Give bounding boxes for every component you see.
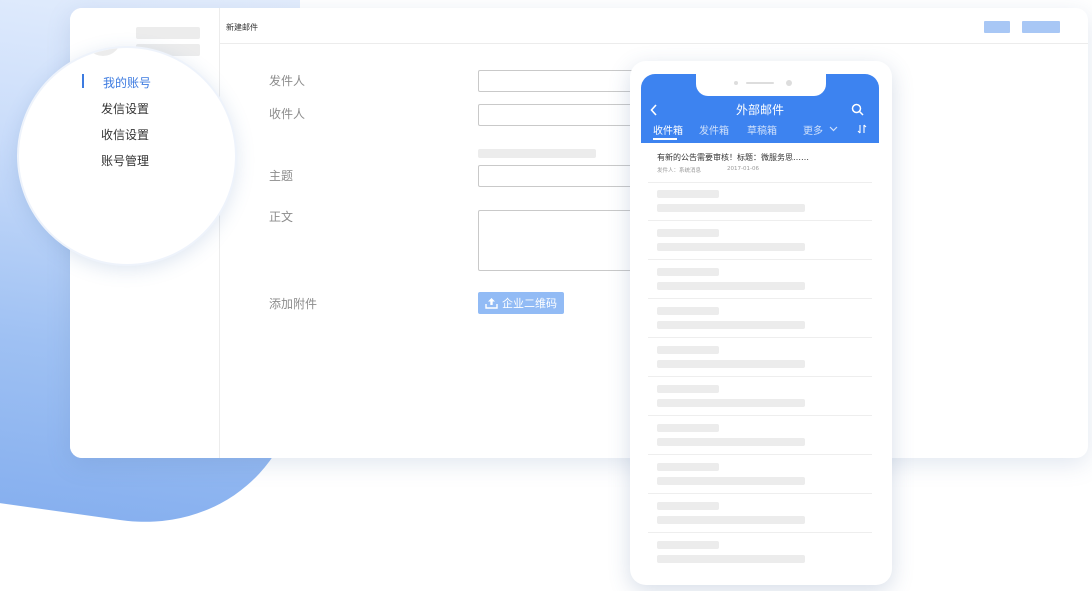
sender-label: 发件人: [269, 74, 306, 88]
phone-notch: [696, 74, 826, 96]
upload-icon: [485, 298, 498, 309]
list-item[interactable]: [630, 182, 892, 221]
menu-item-send-settings[interactable]: 发信设置: [101, 100, 149, 117]
list-item[interactable]: [630, 455, 892, 494]
notch-speaker: [746, 82, 774, 84]
skeleton-line: [657, 321, 805, 329]
skeleton-line: [657, 555, 805, 563]
skeleton-line: [657, 204, 805, 212]
skeleton-line: [657, 541, 719, 549]
tab-outbox[interactable]: 发件箱: [699, 122, 729, 137]
body-label: 正文: [269, 210, 294, 224]
list-item[interactable]: [630, 533, 892, 572]
form-skeleton: [478, 149, 596, 158]
search-icon[interactable]: [851, 103, 864, 116]
phone-header: 外部邮件 收件箱 发件箱 草稿箱 更多: [641, 74, 879, 143]
notch-camera: [786, 80, 792, 86]
list-item[interactable]: [630, 221, 892, 260]
skeleton-line: [657, 502, 719, 510]
skeleton-line: [657, 229, 719, 237]
list-item[interactable]: [630, 299, 892, 338]
sender-input[interactable]: [478, 70, 648, 92]
message-sender: 发件人：系统消息: [657, 168, 702, 174]
skeleton-line: [657, 282, 805, 290]
skeleton-line: [657, 268, 719, 276]
skeleton-line: [657, 438, 805, 446]
skeleton-line: [657, 477, 805, 485]
phone-mockup: 外部邮件 收件箱 发件箱 草稿箱 更多 有新的公告需要审核！标题：微服务思…… …: [630, 61, 892, 585]
menu-item-account-management[interactable]: 账号管理: [101, 152, 149, 169]
phone-title: 外部邮件: [735, 103, 784, 117]
skeleton-line: [657, 243, 805, 251]
skeleton-line: [657, 346, 719, 354]
chevron-down-icon[interactable]: [829, 126, 838, 132]
skeleton-line: [657, 516, 805, 524]
list-item[interactable]: [630, 416, 892, 455]
stage: 新建邮件 发件人 收件人 主题 正文 添加附件 企业二维码 我的账号 发信设置 …: [0, 0, 1092, 591]
mail-toolbar: 新建邮件: [220, 8, 1088, 44]
active-indicator: [82, 74, 84, 88]
upload-button[interactable]: 企业二维码: [478, 292, 564, 314]
tab-more[interactable]: 更多: [803, 122, 823, 137]
tab-active-underline: [653, 138, 677, 140]
message-date: 2017-01-06: [727, 166, 759, 172]
subject-label: 主题: [269, 169, 294, 183]
skeleton-line: [657, 399, 805, 407]
list-item[interactable]: [630, 338, 892, 377]
menu-item-my-account[interactable]: 我的账号: [103, 74, 151, 91]
list-item[interactable]: [630, 494, 892, 533]
skeleton-line: [657, 307, 719, 315]
tab-drafts[interactable]: 草稿箱: [747, 122, 777, 137]
skeleton-line: [657, 385, 719, 393]
tab-inbox[interactable]: 收件箱: [653, 122, 683, 137]
magnified-menu: 我的账号 发信设置 收信设置 账号管理: [17, 46, 237, 266]
skeleton-line: [657, 424, 719, 432]
sidebar-skeleton: [136, 27, 200, 39]
toolbar-button[interactable]: [1022, 21, 1060, 33]
list-item[interactable]: 有新的公告需要审核！标题：微服务思…… 发件人：系统消息 2017-01-06: [657, 151, 872, 181]
notch-sensor: [734, 81, 738, 85]
desktop-window: 新建邮件 发件人 收件人 主题 正文 添加附件 企业二维码: [70, 8, 1088, 458]
skeleton-line: [657, 190, 719, 198]
recipient-label: 收件人: [269, 107, 306, 121]
list-item[interactable]: [630, 377, 892, 416]
body-textarea[interactable]: [478, 210, 648, 271]
subject-input[interactable]: [478, 165, 648, 187]
message-subject: 有新的公告需要审核！标题：微服务思……: [657, 153, 809, 162]
menu-item-receive-settings[interactable]: 收信设置: [101, 126, 149, 143]
sort-icon[interactable]: [857, 124, 867, 134]
page-title: 新建邮件: [226, 23, 258, 32]
recipient-input[interactable]: [478, 104, 648, 126]
skeleton-line: [657, 463, 719, 471]
avatar-skeleton: [85, 48, 121, 56]
upload-button-label: 企业二维码: [502, 297, 557, 310]
toolbar-button[interactable]: [984, 21, 1010, 33]
skeleton-line: [657, 360, 805, 368]
list-item[interactable]: [630, 260, 892, 299]
attach-label: 添加附件: [269, 297, 318, 311]
